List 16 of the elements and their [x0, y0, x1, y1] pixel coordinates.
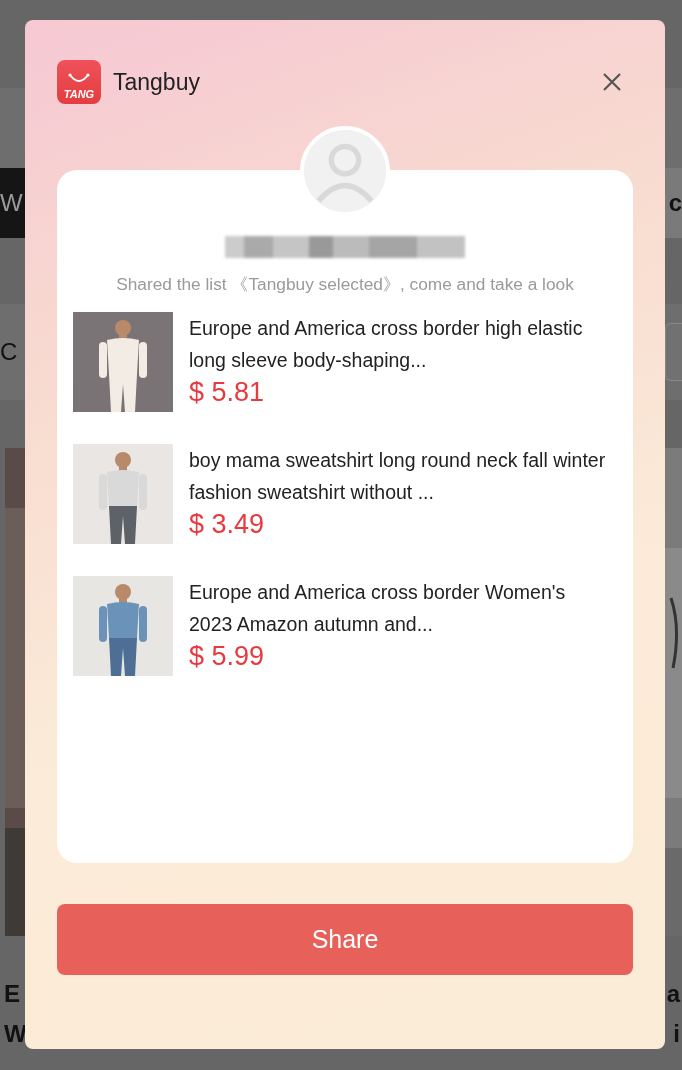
- share-message: Shared the list 《Tangbuy selected》, come and take a look: [115, 273, 575, 296]
- product-title: W: [4, 1019, 27, 1049]
- product-title: a: [666, 979, 680, 1009]
- product-price: $ 5.99: [189, 639, 266, 672]
- logo-icon: TANG: [57, 60, 101, 104]
- category-label: C: [0, 340, 18, 364]
- product-title[interactable]: Europe and America cross border high elastic long sleeve body-shaping...: [189, 311, 609, 376]
- product-title[interactable]: boy mama sweatshirt long round neck fall winter fashion sweatshirt without ...: [189, 443, 609, 508]
- product-title: i: [673, 1019, 680, 1049]
- product-price: $ 5.81: [189, 375, 266, 408]
- product-price: $ 3.49: [189, 507, 266, 540]
- close-icon[interactable]: [601, 71, 623, 93]
- product-title[interactable]: Europe and America cross border Women's 2023 Amazon autumn and...: [189, 575, 609, 640]
- brand-name: Tangbuy: [113, 67, 200, 97]
- dropdown-field[interactable]: [665, 323, 682, 381]
- product-title: E: [4, 979, 21, 1009]
